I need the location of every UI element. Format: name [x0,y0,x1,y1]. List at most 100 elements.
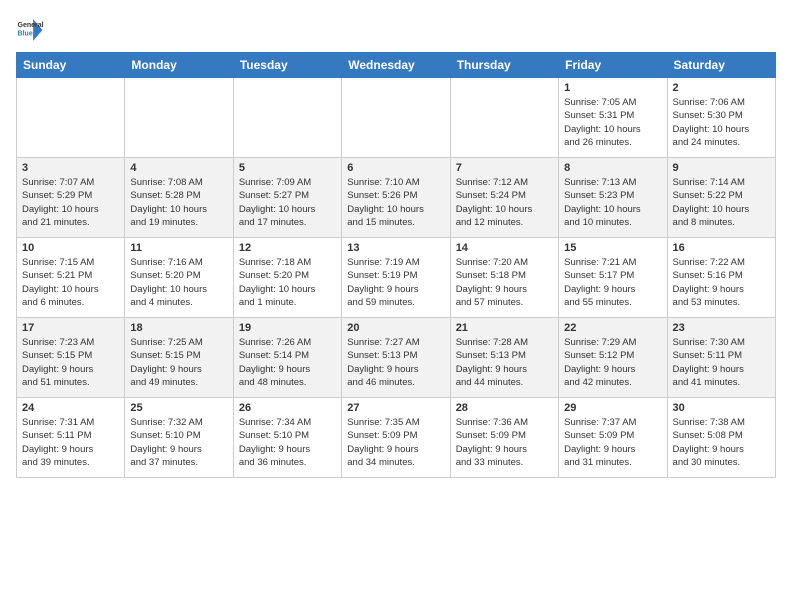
weekday-header-wednesday: Wednesday [342,53,450,78]
weekday-header-row: SundayMondayTuesdayWednesdayThursdayFrid… [17,53,776,78]
day-info: Sunrise: 7:10 AM Sunset: 5:26 PM Dayligh… [347,176,444,229]
day-info: Sunrise: 7:29 AM Sunset: 5:12 PM Dayligh… [564,336,661,389]
weekday-header-tuesday: Tuesday [233,53,341,78]
day-number: 3 [22,162,119,174]
day-info: Sunrise: 7:19 AM Sunset: 5:19 PM Dayligh… [347,256,444,309]
day-number: 28 [456,402,553,414]
calendar-cell: 14 Sunrise: 7:20 AM Sunset: 5:18 PM Dayli… [450,238,558,318]
day-number: 21 [456,322,553,334]
day-info: Sunrise: 7:34 AM Sunset: 5:10 PM Dayligh… [239,416,336,469]
day-info: Sunrise: 7:36 AM Sunset: 5:09 PM Dayligh… [456,416,553,469]
weekday-header-monday: Monday [125,53,233,78]
calendar-cell: 20Sunrise: 7:27 AM Sunset: 5:13 PM Dayli… [342,318,450,398]
day-info: Sunrise: 7:08 AM Sunset: 5:28 PM Dayligh… [130,176,227,229]
day-number: 24 [22,402,119,414]
calendar-cell: 29Sunrise: 7:37 AM Sunset: 5:09 PM Dayli… [559,398,667,478]
svg-text:General: General [18,22,44,29]
calendar-cell: 25 Sunrise: 7:32 AM Sunset: 5:10 PM Dayli… [125,398,233,478]
calendar-cell: 13 Sunrise: 7:19 AM Sunset: 5:19 PM Dayli… [342,238,450,318]
day-number: 30 [673,402,770,414]
week-row-5: 24 Sunrise: 7:31 AM Sunset: 5:11 PM Dayli… [17,398,776,478]
week-row-3: 10 Sunrise: 7:15 AM Sunset: 5:21 PM Dayli… [17,238,776,318]
day-number: 2 [673,82,770,94]
day-info: Sunrise: 7:14 AM Sunset: 5:22 PM Dayligh… [673,176,770,229]
logo-icon: General Blue [16,16,44,44]
day-info: Sunrise: 7:23 AM Sunset: 5:15 PM Dayligh… [22,336,119,389]
calendar-cell: 28 Sunrise: 7:36 AM Sunset: 5:09 PM Dayli… [450,398,558,478]
calendar-cell: 21 Sunrise: 7:28 AM Sunset: 5:13 PM Dayli… [450,318,558,398]
calendar-cell: 2 Sunrise: 7:06 AM Sunset: 5:30 PM Daylig… [667,78,775,158]
day-info: Sunrise: 7:18 AM Sunset: 5:20 PM Dayligh… [239,256,336,309]
calendar-cell: 22 Sunrise: 7:29 AM Sunset: 5:12 PM Dayli… [559,318,667,398]
day-number: 5 [239,162,336,174]
weekday-header-saturday: Saturday [667,53,775,78]
day-info: Sunrise: 7:28 AM Sunset: 5:13 PM Dayligh… [456,336,553,389]
day-number: 22 [564,322,661,334]
day-number: 6 [347,162,444,174]
calendar-cell: 11 Sunrise: 7:16 AM Sunset: 5:20 PM Dayli… [125,238,233,318]
calendar-cell: 24 Sunrise: 7:31 AM Sunset: 5:11 PM Dayli… [17,398,125,478]
page-header: General Blue [16,16,776,44]
logo: General Blue [16,16,44,44]
day-number: 18 [130,322,227,334]
calendar-cell [233,78,341,158]
day-info: Sunrise: 7:32 AM Sunset: 5:10 PM Dayligh… [130,416,227,469]
day-info: Sunrise: 7:12 AM Sunset: 5:24 PM Dayligh… [456,176,553,229]
day-number: 20 [347,322,444,334]
day-number: 23 [673,322,770,334]
day-number: 27 [347,402,444,414]
day-number: 25 [130,402,227,414]
day-number: 19 [239,322,336,334]
day-info: Sunrise: 7:05 AM Sunset: 5:31 PM Dayligh… [564,96,661,149]
calendar-cell: 18 Sunrise: 7:25 AM Sunset: 5:15 PM Dayli… [125,318,233,398]
calendar-cell: 7 Sunrise: 7:12 AM Sunset: 5:24 PM Daylig… [450,158,558,238]
day-number: 9 [673,162,770,174]
calendar-cell: 23 Sunrise: 7:30 AM Sunset: 5:11 PM Dayli… [667,318,775,398]
day-number: 12 [239,242,336,254]
weekday-header-thursday: Thursday [450,53,558,78]
day-info: Sunrise: 7:21 AM Sunset: 5:17 PM Dayligh… [564,256,661,309]
day-info: Sunrise: 7:31 AM Sunset: 5:11 PM Dayligh… [22,416,119,469]
day-number: 1 [564,82,661,94]
calendar-cell: 30 Sunrise: 7:38 AM Sunset: 5:08 PM Dayli… [667,398,775,478]
day-info: Sunrise: 7:22 AM Sunset: 5:16 PM Dayligh… [673,256,770,309]
day-number: 8 [564,162,661,174]
day-number: 26 [239,402,336,414]
calendar-cell: 6 Sunrise: 7:10 AM Sunset: 5:26 PM Daylig… [342,158,450,238]
calendar-cell: 3 Sunrise: 7:07 AM Sunset: 5:29 PM Daylig… [17,158,125,238]
day-info: Sunrise: 7:35 AM Sunset: 5:09 PM Dayligh… [347,416,444,469]
calendar-cell: 9 Sunrise: 7:14 AM Sunset: 5:22 PM Daylig… [667,158,775,238]
weekday-header-sunday: Sunday [17,53,125,78]
calendar-cell [450,78,558,158]
day-number: 14 [456,242,553,254]
day-info: Sunrise: 7:15 AM Sunset: 5:21 PM Dayligh… [22,256,119,309]
day-info: Sunrise: 7:26 AM Sunset: 5:14 PM Dayligh… [239,336,336,389]
day-number: 11 [130,242,227,254]
day-info: Sunrise: 7:16 AM Sunset: 5:20 PM Dayligh… [130,256,227,309]
calendar-cell [125,78,233,158]
day-number: 15 [564,242,661,254]
calendar-cell: 17 Sunrise: 7:23 AM Sunset: 5:15 PM Dayli… [17,318,125,398]
calendar-cell: 19 Sunrise: 7:26 AM Sunset: 5:14 PM Dayli… [233,318,341,398]
day-info: Sunrise: 7:20 AM Sunset: 5:18 PM Dayligh… [456,256,553,309]
day-number: 7 [456,162,553,174]
day-number: 16 [673,242,770,254]
week-row-1: 1 Sunrise: 7:05 AM Sunset: 5:31 PM Daylig… [17,78,776,158]
day-number: 13 [347,242,444,254]
calendar-cell [342,78,450,158]
day-info: Sunrise: 7:06 AM Sunset: 5:30 PM Dayligh… [673,96,770,149]
calendar-cell: 26 Sunrise: 7:34 AM Sunset: 5:10 PM Dayli… [233,398,341,478]
day-number: 10 [22,242,119,254]
day-number: 4 [130,162,227,174]
day-info: Sunrise: 7:38 AM Sunset: 5:08 PM Dayligh… [673,416,770,469]
day-number: 17 [22,322,119,334]
calendar-cell: 12 Sunrise: 7:18 AM Sunset: 5:20 PM Dayli… [233,238,341,318]
calendar-table: SundayMondayTuesdayWednesdayThursdayFrid… [16,52,776,478]
day-info: Sunrise: 7:07 AM Sunset: 5:29 PM Dayligh… [22,176,119,229]
day-info: Sunrise: 7:30 AM Sunset: 5:11 PM Dayligh… [673,336,770,389]
calendar-cell: 5Sunrise: 7:09 AM Sunset: 5:27 PM Daylig… [233,158,341,238]
svg-text:Blue: Blue [18,30,33,37]
day-info: Sunrise: 7:25 AM Sunset: 5:15 PM Dayligh… [130,336,227,389]
calendar-cell: 8Sunrise: 7:13 AM Sunset: 5:23 PM Daylig… [559,158,667,238]
calendar-cell: 27 Sunrise: 7:35 AM Sunset: 5:09 PM Dayli… [342,398,450,478]
